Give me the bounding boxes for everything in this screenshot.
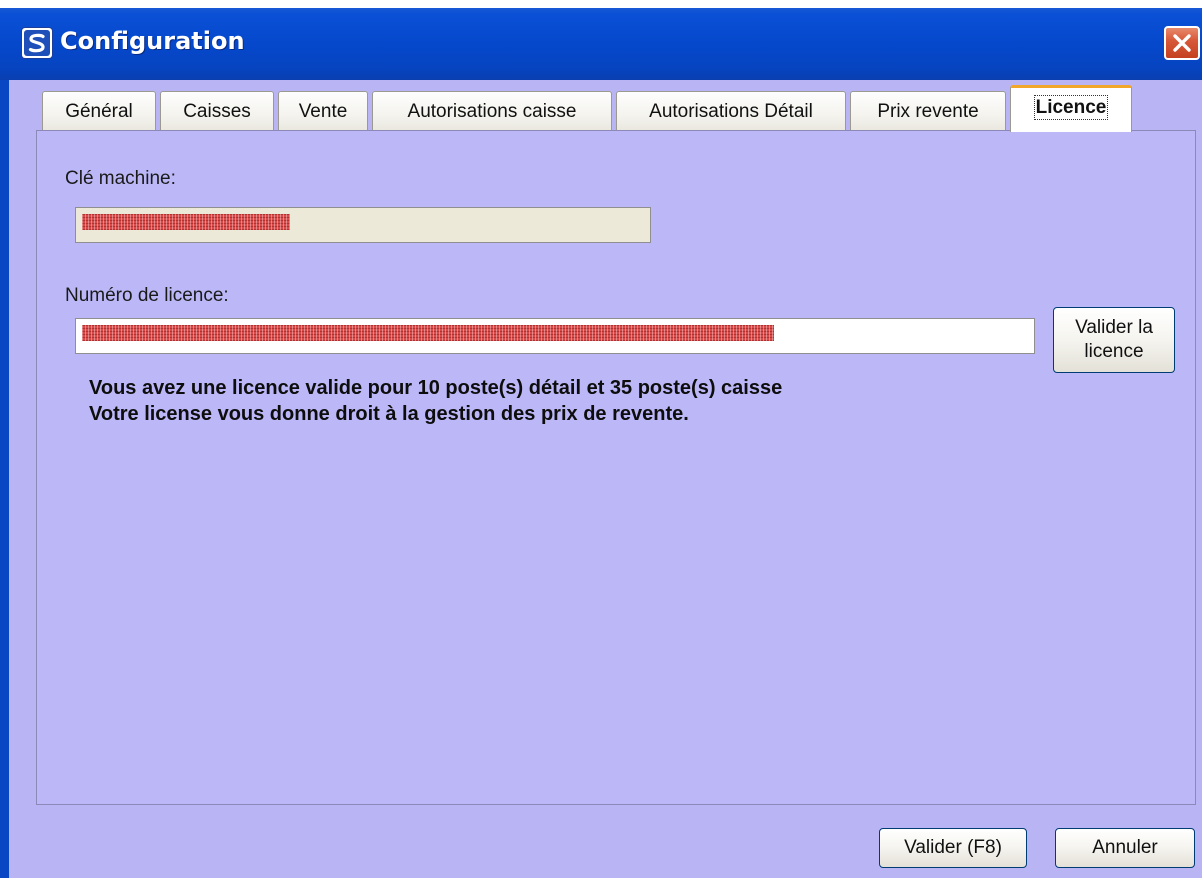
validate-licence-button[interactable]: Valider la licence — [1053, 307, 1175, 373]
tab-licence[interactable]: Licence — [1010, 85, 1132, 132]
cancel-button[interactable]: Annuler — [1055, 828, 1195, 868]
licence-number-masked-value — [82, 325, 774, 341]
machine-key-field[interactable] — [75, 207, 651, 243]
licence-number-label: Numéro de licence: — [65, 285, 229, 306]
configuration-window: Configuration Général Caisses Vente Auto… — [0, 0, 1202, 878]
licence-number-field[interactable] — [75, 318, 1035, 354]
licence-rights-message: Votre license vous donne droit à la gest… — [89, 403, 689, 425]
tab-licence-label: Licence — [1033, 95, 1109, 120]
tab-autorisations-caisse-label: Autorisations caisse — [407, 101, 577, 122]
tab-prix-revente-label: Prix revente — [877, 101, 979, 122]
tab-autorisations-caisse[interactable]: Autorisations caisse — [372, 91, 612, 131]
window-frame-left — [0, 80, 9, 878]
close-button[interactable] — [1164, 26, 1200, 60]
licence-status-message: Vous avez une licence valide pour 10 pos… — [89, 377, 783, 399]
close-icon — [1173, 34, 1191, 52]
tab-caisses[interactable]: Caisses — [160, 91, 274, 131]
ok-button[interactable]: Valider (F8) — [879, 828, 1027, 868]
tab-autorisations-detail[interactable]: Autorisations Détail — [616, 91, 846, 131]
tab-vente[interactable]: Vente — [278, 91, 368, 131]
licence-tab-panel: Clé machine: Numéro de licence: Valider … — [36, 130, 1196, 805]
titlebar-top-edge — [0, 0, 1202, 8]
tab-caisses-label: Caisses — [183, 101, 251, 122]
validate-licence-button-line1: Valider la — [1075, 317, 1153, 338]
tab-general[interactable]: Général — [42, 91, 156, 131]
tab-vente-label: Vente — [298, 101, 348, 122]
tab-autorisations-detail-label: Autorisations Détail — [649, 101, 813, 122]
machine-key-masked-value — [82, 214, 290, 230]
tab-general-label: Général — [65, 101, 133, 122]
title-bar[interactable]: Configuration — [0, 0, 1202, 80]
window-title: Configuration — [60, 27, 245, 55]
validate-licence-button-line2: licence — [1084, 341, 1144, 362]
tab-prix-revente[interactable]: Prix revente — [850, 91, 1006, 131]
app-logo-icon — [22, 28, 52, 58]
machine-key-label: Clé machine: — [65, 168, 176, 189]
